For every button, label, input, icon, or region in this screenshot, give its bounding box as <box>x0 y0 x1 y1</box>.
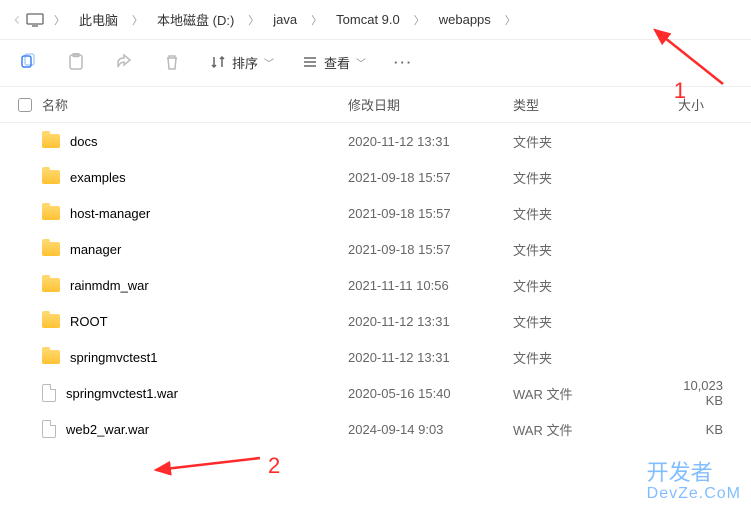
file-name: host-manager <box>70 206 150 221</box>
file-type: 文件夹 <box>513 168 678 187</box>
breadcrumb-item[interactable]: java <box>269 10 301 29</box>
folder-icon <box>42 170 60 184</box>
chevron-down-icon: ﹀ <box>264 55 274 70</box>
file-type: 文件夹 <box>513 132 678 151</box>
folder-icon <box>42 134 60 148</box>
file-name: springmvctest1 <box>70 350 157 365</box>
file-type: 文件夹 <box>513 312 678 331</box>
sort-button[interactable]: 排序 ﹀ <box>210 53 274 72</box>
share-icon[interactable] <box>114 52 134 72</box>
sort-label: 排序 <box>232 53 258 72</box>
file-size: 10,023 KB <box>678 378 751 408</box>
file-modified: 2020-11-12 13:31 <box>348 134 513 149</box>
file-type: 文件夹 <box>513 204 678 223</box>
file-icon <box>42 420 56 438</box>
arrow-annotation-2 <box>150 452 265 476</box>
table-row[interactable]: host-manager 2021-09-18 15:57文件夹 <box>18 195 751 231</box>
file-modified: 2021-09-18 15:57 <box>348 242 513 257</box>
file-modified: 2020-11-12 13:31 <box>348 314 513 329</box>
chevron-down-icon: ﹀ <box>356 55 366 70</box>
file-list: docs2020-11-12 13:31文件夹examples2021-09-1… <box>0 123 751 447</box>
file-modified: 2021-09-18 15:57 <box>348 206 513 221</box>
annotation-2: 2 <box>268 453 280 479</box>
more-button[interactable]: ··· <box>394 55 413 70</box>
file-name: manager <box>70 242 121 257</box>
folder-icon <box>42 314 60 328</box>
file-name: examples <box>70 170 126 185</box>
toolbar: 排序 ﹀ 查看 ﹀ ··· <box>0 40 751 87</box>
table-row[interactable]: manager 2021-09-18 15:57文件夹 <box>18 231 751 267</box>
folder-icon <box>42 278 60 292</box>
watermark: 开发者 DevZe.CoM <box>647 461 741 503</box>
chevron-right-icon: 〉 <box>240 12 267 28</box>
chevron-right-icon: 〉 <box>124 12 151 28</box>
view-button[interactable]: 查看 ﹀ <box>302 53 366 72</box>
monitor-icon[interactable] <box>26 13 44 27</box>
file-type: WAR 文件 <box>513 384 678 403</box>
breadcrumb-item-current[interactable]: webapps <box>435 10 495 29</box>
table-row[interactable]: rainmdm_war 2021-11-11 10:56文件夹 <box>18 267 751 303</box>
folder-icon <box>42 206 60 220</box>
column-headers: 名称 修改日期 类型 大小 <box>0 87 751 123</box>
file-name: docs <box>70 134 97 149</box>
file-type: 文件夹 <box>513 348 678 367</box>
folder-icon <box>42 350 60 364</box>
breadcrumb-item[interactable]: 本地磁盘 (D:) <box>153 8 238 31</box>
column-modified-header[interactable]: 修改日期 <box>348 95 513 114</box>
delete-icon[interactable] <box>162 52 182 72</box>
nav-back-icon[interactable]: ‹ <box>10 9 24 30</box>
column-type-header[interactable]: 类型 <box>513 95 678 114</box>
watermark-line2: DevZe.CoM <box>647 485 741 503</box>
breadcrumb-bar: ‹ 〉 此电脑 〉 本地磁盘 (D:) 〉 java 〉 Tomcat 9.0 … <box>0 0 751 40</box>
folder-icon <box>42 242 60 256</box>
select-all-checkbox[interactable] <box>18 98 32 112</box>
file-type: 文件夹 <box>513 240 678 259</box>
column-name-header[interactable]: 名称 <box>42 95 68 114</box>
file-modified: 2021-09-18 15:57 <box>348 170 513 185</box>
view-label: 查看 <box>324 53 350 72</box>
file-modified: 2020-05-16 15:40 <box>348 386 513 401</box>
breadcrumb-item[interactable]: Tomcat 9.0 <box>332 10 404 29</box>
copy-icon[interactable] <box>18 52 38 72</box>
chevron-right-icon: 〉 <box>46 12 73 28</box>
file-modified: 2021-11-11 10:56 <box>348 278 513 293</box>
file-name: rainmdm_war <box>70 278 149 293</box>
file-name: web2_war.war <box>66 422 149 437</box>
chevron-right-icon: 〉 <box>406 12 433 28</box>
file-size: KB <box>678 422 751 437</box>
file-modified: 2024-09-14 9:03 <box>348 422 513 437</box>
paste-icon[interactable] <box>66 52 86 72</box>
table-row[interactable]: docs 2020-11-12 13:31文件夹 <box>18 123 751 159</box>
file-name: springmvctest1.war <box>66 386 178 401</box>
table-row[interactable]: web2_war.war 2024-09-14 9:03WAR 文件KB <box>18 411 751 447</box>
table-row[interactable]: springmvctest1 2020-11-12 13:31文件夹 <box>18 339 751 375</box>
table-row[interactable]: examples 2021-09-18 15:57文件夹 <box>18 159 751 195</box>
table-row[interactable]: springmvctest1.war 2020-05-16 15:40WAR 文件… <box>18 375 751 411</box>
chevron-right-icon: 〉 <box>497 12 524 28</box>
file-name: ROOT <box>70 314 108 329</box>
breadcrumb-item[interactable]: 此电脑 <box>75 8 122 31</box>
table-row[interactable]: ROOT 2020-11-12 13:31文件夹 <box>18 303 751 339</box>
chevron-right-icon: 〉 <box>303 12 330 28</box>
file-type: WAR 文件 <box>513 420 678 439</box>
file-icon <box>42 384 56 402</box>
watermark-line1: 开发者 <box>647 461 741 485</box>
file-type: 文件夹 <box>513 276 678 295</box>
file-modified: 2020-11-12 13:31 <box>348 350 513 365</box>
column-size-header[interactable]: 大小 <box>678 95 751 114</box>
